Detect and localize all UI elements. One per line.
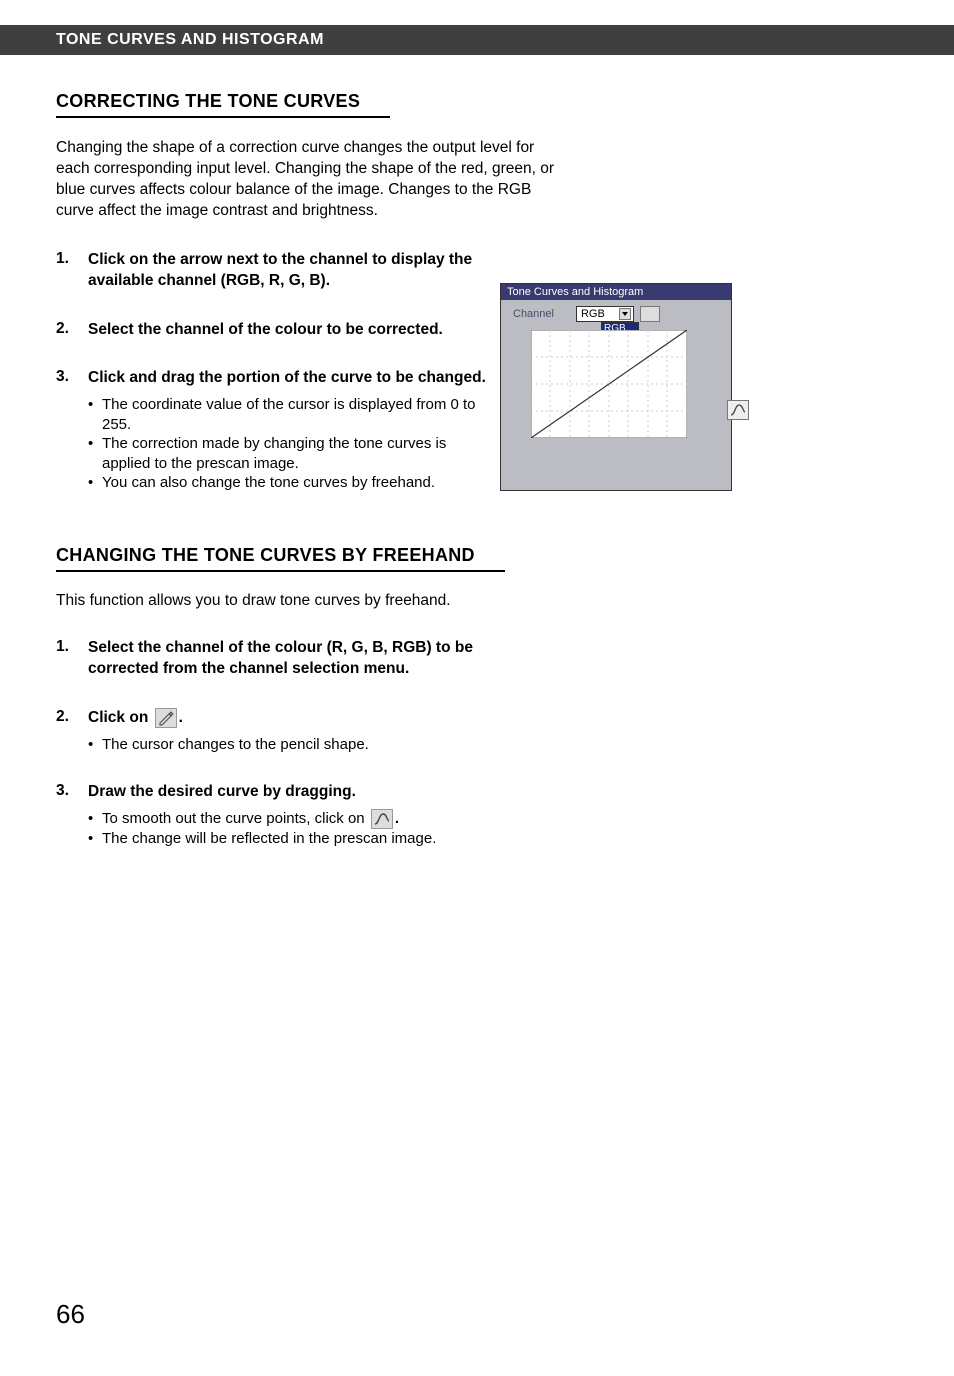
section-freehand: CHANGING THE TONE CURVES BY FREEHAND Thi… bbox=[56, 545, 898, 849]
smooth-curve-button[interactable] bbox=[727, 400, 749, 420]
channel-dropdown[interactable]: RGB bbox=[576, 306, 634, 322]
step-text: Click on . bbox=[88, 708, 496, 729]
page-number: 66 bbox=[56, 1299, 85, 1330]
smooth-icon bbox=[371, 809, 393, 829]
section2-heading: CHANGING THE TONE CURVES BY FREEHAND bbox=[56, 545, 505, 572]
step: 1. Click on the arrow next to the channe… bbox=[56, 250, 486, 292]
smooth-icon bbox=[730, 403, 746, 417]
bullet: The change will be reflected in the pres… bbox=[88, 829, 496, 849]
channel-label: Channel bbox=[513, 308, 554, 320]
step: 2. Click on . The cursor changes to the … bbox=[56, 708, 496, 755]
step-text: Select the channel of the colour to be c… bbox=[88, 320, 486, 341]
auto-button[interactable] bbox=[640, 306, 660, 322]
step-number: 3. bbox=[56, 368, 88, 492]
step-bullets: The cursor changes to the pencil shape. bbox=[88, 735, 496, 755]
step-number: 2. bbox=[56, 708, 88, 755]
step: 2. Select the channel of the colour to b… bbox=[56, 320, 486, 341]
step-bullets: To smooth out the curve points, click on… bbox=[88, 809, 496, 849]
header-bar: TONE CURVES AND HISTOGRAM bbox=[0, 25, 954, 55]
bullet: The cursor changes to the pencil shape. bbox=[88, 735, 496, 755]
bullet: The correction made by changing the tone… bbox=[88, 434, 486, 473]
section2-steps: 1. Select the channel of the colour (R, … bbox=[56, 638, 496, 849]
step-bullets: The coordinate value of the cursor is di… bbox=[88, 395, 486, 493]
step: 3. Draw the desired curve by dragging. T… bbox=[56, 782, 496, 848]
step-text: Draw the desired curve by dragging. bbox=[88, 782, 496, 803]
dialog-title: Tone Curves and Histogram bbox=[501, 284, 731, 300]
step: 3. Click and drag the portion of the cur… bbox=[56, 368, 486, 492]
section1-intro: Changing the shape of a correction curve… bbox=[56, 138, 566, 222]
section-correcting: CORRECTING THE TONE CURVES Changing the … bbox=[56, 91, 898, 493]
tone-curves-dialog: Tone Curves and Histogram Channel RGB RG… bbox=[500, 283, 732, 491]
step-number: 1. bbox=[56, 250, 88, 292]
section1-heading: CORRECTING THE TONE CURVES bbox=[56, 91, 390, 118]
step-number: 2. bbox=[56, 320, 88, 341]
step-text: Click and drag the portion of the curve … bbox=[88, 368, 486, 389]
bullet: You can also change the tone curves by f… bbox=[88, 473, 486, 493]
content: CORRECTING THE TONE CURVES Changing the … bbox=[0, 55, 954, 849]
curve-graph[interactable] bbox=[531, 330, 687, 438]
channel-selected: RGB bbox=[581, 308, 605, 320]
pencil-icon bbox=[155, 708, 177, 728]
step-text: Click on the arrow next to the channel t… bbox=[88, 250, 486, 292]
section1-steps: 1. Click on the arrow next to the channe… bbox=[56, 250, 486, 493]
step: 1. Select the channel of the colour (R, … bbox=[56, 638, 496, 680]
bullet: The coordinate value of the cursor is di… bbox=[88, 395, 486, 434]
step-text: Select the channel of the colour (R, G, … bbox=[88, 638, 496, 680]
section2-intro: This function allows you to draw tone cu… bbox=[56, 592, 898, 610]
step-number: 3. bbox=[56, 782, 88, 848]
step-number: 1. bbox=[56, 638, 88, 680]
bullet: To smooth out the curve points, click on… bbox=[88, 809, 496, 829]
chevron-down-icon[interactable] bbox=[619, 308, 631, 320]
header-title: TONE CURVES AND HISTOGRAM bbox=[56, 31, 324, 49]
